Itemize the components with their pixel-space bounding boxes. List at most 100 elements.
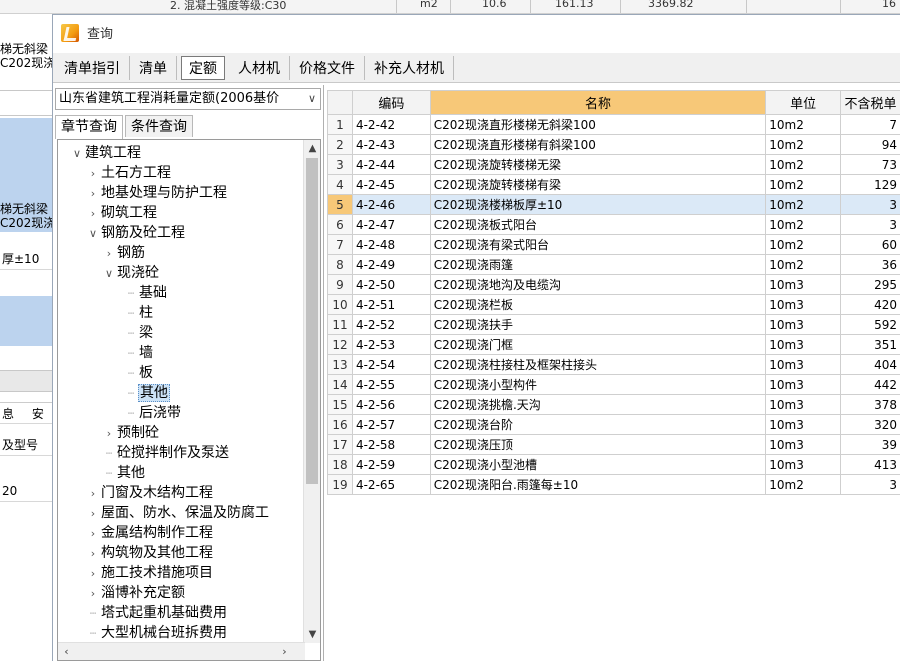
tab-quota[interactable]: 定额 — [181, 55, 225, 80]
tree-node[interactable]: ┄ 塔式起重机基础费用 — [86, 603, 228, 623]
chevron-right-icon[interactable]: › — [86, 504, 100, 524]
scroll-thumb[interactable] — [306, 158, 318, 484]
header-index — [327, 90, 353, 115]
tree-node[interactable]: ∨ 现浇砼 — [102, 263, 160, 283]
tree-node[interactable]: › 屋面、防水、保温及防腐工 — [86, 503, 270, 523]
bg-strip-qty: 10.6 — [482, 0, 507, 10]
cell-price: 60 — [839, 234, 900, 255]
chevron-down-icon[interactable]: ∨ — [86, 224, 100, 244]
table-row[interactable]: 15 4-2-56 C202现浇挑檐.天沟 10m3 378 — [327, 394, 900, 415]
cell-name: C202现浇楼梯板厚±10 — [429, 194, 767, 215]
table-row[interactable]: 16 4-2-57 C202现浇台阶 10m3 320 — [327, 414, 900, 435]
tree-node[interactable]: ┄ 其他 — [102, 463, 146, 483]
chevron-right-icon[interactable]: › — [86, 584, 100, 604]
bg-row-text: C202现浇砼 — [0, 56, 52, 70]
table-row[interactable]: 12 4-2-53 C202现浇门框 10m3 351 — [327, 334, 900, 355]
tab-chapter-query[interactable]: 章节查询 — [55, 115, 123, 139]
cell-price: 413 — [839, 454, 900, 475]
table-row[interactable]: 1 4-2-42 C202现浇直形楼梯无斜梁100 10m2 7 — [327, 114, 900, 135]
left-panel: 山东省建筑工程消耗量定额(2006基价 ∨ 章节查询 条件查询 ∨ 建筑工程 › 土石… — [53, 85, 324, 661]
tree-node[interactable]: ┄ 梁 — [124, 323, 154, 343]
tab-list-guide[interactable]: 清单指引 — [55, 55, 130, 80]
table-row[interactable]: 10 4-2-51 C202现浇栏板 10m3 420 — [327, 294, 900, 315]
row-index: 1 — [327, 114, 353, 135]
table-row[interactable]: 2 4-2-43 C202现浇直形楼梯有斜梁100 10m2 94 — [327, 134, 900, 155]
tree-node[interactable]: ┄ 墙 — [124, 343, 154, 363]
chevron-right-icon[interactable]: › — [86, 204, 100, 224]
table-row[interactable]: 8 4-2-49 C202现浇雨篷 10m2 36 — [327, 254, 900, 275]
scroll-up-icon[interactable]: ▲ — [304, 140, 320, 157]
table-row[interactable]: 6 4-2-47 C202现浇板式阳台 10m2 3 — [327, 214, 900, 235]
table-row[interactable]: 19 4-2-65 C202现浇阳台.雨篷每±10 10m2 3 — [327, 474, 900, 495]
tree-node[interactable]: › 构筑物及其他工程 — [86, 543, 214, 563]
tree-horizontal-scrollbar[interactable]: ‹ › — [58, 642, 305, 660]
cell-name: C202现浇小型构件 — [429, 374, 767, 395]
cell-unit: 10m2 — [765, 194, 841, 215]
chevron-right-icon[interactable]: › — [86, 564, 100, 584]
chevron-right-icon[interactable]: › — [86, 484, 100, 504]
cell-code: 4-2-54 — [351, 354, 431, 375]
chevron-down-icon[interactable]: ∨ — [102, 264, 116, 284]
table-row[interactable]: 7 4-2-48 C202现浇有梁式阳台 10m2 60 — [327, 234, 900, 255]
tree-node[interactable]: ┄ 基础 — [124, 283, 168, 303]
row-index: 16 — [327, 414, 353, 435]
tab-list[interactable]: 清单 — [130, 55, 177, 80]
header-unit[interactable]: 单位 — [765, 90, 841, 115]
header-price[interactable]: 不含税单 — [839, 90, 900, 115]
cell-unit: 10m2 — [765, 254, 841, 275]
chevron-right-icon[interactable]: › — [102, 424, 116, 444]
scroll-left-icon[interactable]: ‹ — [58, 643, 75, 660]
tree-node[interactable]: ┄ 大型机械台班拆费用 — [86, 623, 228, 643]
tree-node-label: 后浇带 — [139, 405, 181, 421]
chevron-right-icon[interactable]: › — [86, 184, 100, 204]
tab-price-file[interactable]: 价格文件 — [290, 55, 365, 80]
tree-node[interactable]: › 施工技术措施项目 — [86, 563, 214, 583]
tree-node[interactable]: ┄ 柱 — [124, 303, 154, 323]
scroll-right-icon[interactable]: › — [276, 643, 293, 660]
tree-node[interactable]: ┄ 板 — [124, 363, 154, 383]
tree-node[interactable]: ∨ 建筑工程 — [70, 143, 142, 163]
cell-unit: 10m3 — [765, 454, 841, 475]
table-row[interactable]: 14 4-2-55 C202现浇小型构件 10m3 442 — [327, 374, 900, 395]
table-row[interactable]: 4 4-2-45 C202现浇旋转楼梯有梁 10m2 129 — [327, 174, 900, 195]
chevron-right-icon[interactable]: › — [86, 544, 100, 564]
cell-price: 420 — [839, 294, 900, 315]
table-row[interactable]: 11 4-2-52 C202现浇扶手 10m3 592 — [327, 314, 900, 335]
scroll-down-icon[interactable]: ▼ — [304, 626, 320, 643]
bg-tab-info[interactable]: 息 安 — [0, 402, 52, 424]
quota-library-select[interactable]: 山东省建筑工程消耗量定额(2006基价 ∨ — [55, 88, 321, 110]
chevron-right-icon[interactable]: › — [102, 244, 116, 264]
chevron-right-icon[interactable]: › — [86, 524, 100, 544]
main-tabs: 清单指引 清单 定额 人材机 价格文件 补充人材机 — [53, 53, 900, 83]
tree-node[interactable]: › 预制砼 — [102, 423, 160, 443]
tree-node-label: 淄博补充定额 — [101, 585, 185, 601]
tree-node[interactable]: ∨ 钢筋及砼工程 — [86, 223, 186, 243]
dialog-titlebar[interactable]: 查询 — [53, 15, 900, 50]
cell-unit: 10m3 — [765, 354, 841, 375]
tab-labor-material[interactable]: 人材机 — [229, 55, 290, 80]
table-row[interactable]: 5 4-2-46 C202现浇楼梯板厚±10 10m2 3 — [327, 194, 900, 215]
tree-node[interactable]: › 金属结构制作工程 — [86, 523, 214, 543]
table-row[interactable]: 13 4-2-54 C202现浇柱接柱及框架柱接头 10m3 404 — [327, 354, 900, 375]
tree-node[interactable]: › 土石方工程 — [86, 163, 172, 183]
tab-condition-query[interactable]: 条件查询 — [125, 115, 193, 137]
header-code[interactable]: 编码 — [351, 90, 431, 115]
tree-node[interactable]: ┄ 后浇带 — [124, 403, 182, 423]
tree-node[interactable]: ┄ 砼搅拌制作及泵送 — [102, 443, 230, 463]
tree-node[interactable]: › 门窗及木结构工程 — [86, 483, 214, 503]
table-row[interactable]: 9 4-2-50 C202现浇地沟及电缆沟 10m3 295 — [327, 274, 900, 295]
tree-node[interactable]: › 砌筑工程 — [86, 203, 158, 223]
header-name[interactable]: 名称 — [429, 90, 767, 115]
tree-node[interactable]: › 淄博补充定额 — [86, 583, 186, 603]
table-row[interactable]: 18 4-2-59 C202现浇小型池槽 10m3 413 — [327, 454, 900, 475]
chevron-right-icon[interactable]: › — [86, 164, 100, 184]
tree-vertical-scrollbar[interactable]: ▲ ▼ — [303, 140, 320, 643]
cell-price: 3 — [839, 214, 900, 235]
tree-node[interactable]: › 地基处理与防护工程 — [86, 183, 228, 203]
tree-node[interactable]: ┄ 其他 — [124, 383, 170, 403]
tree-node[interactable]: › 钢筋 — [102, 243, 146, 263]
table-row[interactable]: 17 4-2-58 C202现浇压顶 10m3 39 — [327, 434, 900, 455]
table-row[interactable]: 3 4-2-44 C202现浇旋转楼梯无梁 10m2 73 — [327, 154, 900, 175]
tab-supplement[interactable]: 补充人材机 — [365, 55, 454, 80]
chevron-down-icon[interactable]: ∨ — [70, 144, 84, 164]
